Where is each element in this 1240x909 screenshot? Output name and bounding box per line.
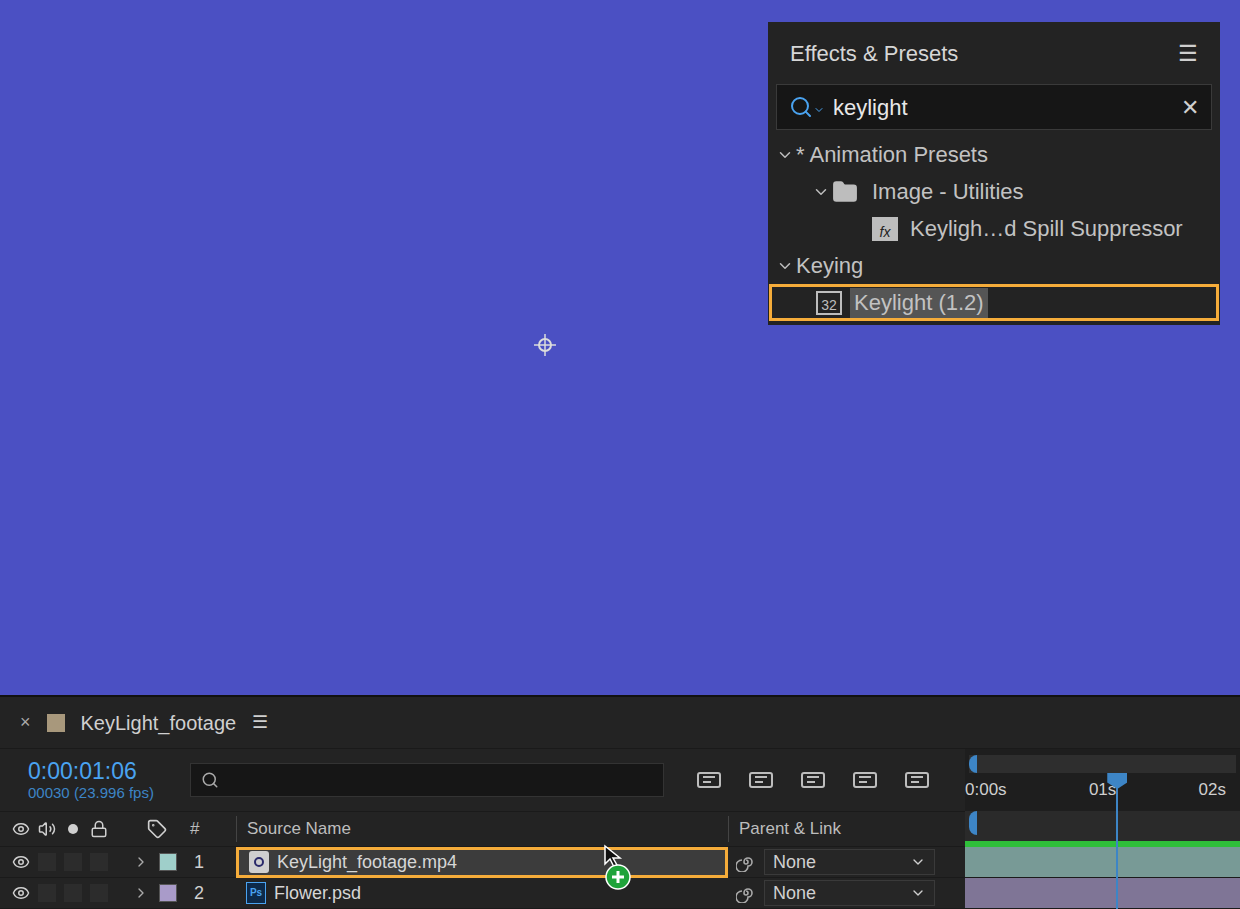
column-header: #Source NameParent & Link (0, 811, 965, 847)
timeline-tool-icon[interactable] (798, 767, 828, 793)
parent-dropdown[interactable]: None (764, 880, 935, 906)
layer-name[interactable]: PsFlower.psd (236, 878, 728, 909)
layer-row[interactable]: 1KeyLight_footage.mp4 None (0, 847, 965, 878)
tree-label: Image - Utilities (872, 177, 1024, 207)
preset-icon: fx (872, 217, 898, 241)
column-index: # (180, 816, 236, 842)
comp-name: KeyLight_footage (81, 708, 237, 738)
add-icon (605, 864, 631, 890)
layer-index: 1 (180, 849, 236, 876)
tree-row[interactable]: 32 Keylight (1.2) (769, 284, 1219, 321)
timeline-tab[interactable]: × KeyLight_footage ☰ (0, 697, 1240, 749)
solo-icon (68, 824, 78, 834)
anchor-point-icon[interactable] (532, 332, 558, 358)
bit-depth-icon: 32 (816, 291, 842, 315)
time-graph[interactable]: 0:00s01s02s (965, 749, 1240, 909)
audio-icon (38, 820, 56, 838)
dropdown-icon (910, 885, 926, 901)
label-swatch[interactable] (159, 884, 177, 902)
timeline-tool-icon[interactable] (902, 767, 932, 793)
lock-icon (90, 820, 108, 838)
timecode[interactable]: 0:00:01:06 (28, 758, 190, 784)
timeline-tool-icon[interactable] (746, 767, 776, 793)
expand-icon[interactable] (133, 854, 149, 870)
time-ruler: 0:00s01s02s (965, 777, 1240, 803)
tree-row[interactable]: fx Keyligh…d Spill Suppressor (768, 210, 1220, 247)
tree-row[interactable]: Keying (768, 247, 1220, 284)
timeline-tool-icon[interactable] (694, 767, 724, 793)
panel-menu[interactable]: ☰ (1178, 37, 1198, 70)
folder-icon (832, 179, 858, 205)
layer-search[interactable] (190, 763, 664, 797)
playhead[interactable] (1116, 773, 1118, 909)
frame-count: 00030 (23.996 fps) (28, 784, 190, 802)
column-parent: Parent & Link (728, 816, 965, 842)
ruler-tick: 0:00s (965, 777, 1007, 803)
ruler-tick: 02s (1199, 777, 1226, 803)
work-area[interactable] (965, 811, 1240, 847)
layer-name[interactable]: KeyLight_footage.mp4 (236, 847, 728, 878)
layer-row[interactable]: 2PsFlower.psd None (0, 878, 965, 909)
layer-track[interactable] (965, 878, 1240, 909)
footage-icon (249, 851, 269, 873)
layer-track[interactable] (965, 847, 1240, 878)
tree-row[interactable]: * Animation Presets (768, 136, 1220, 173)
chevron-icon[interactable] (812, 183, 830, 201)
effects-tree: * Animation Presets Image - Utilities fx Ke… (768, 136, 1220, 321)
search-icon (201, 771, 219, 789)
composition-viewer[interactable]: Effects & Presets ☰ keylight✕ * Animation P… (0, 0, 1240, 695)
expand-icon[interactable] (133, 885, 149, 901)
dropdown-icon (910, 854, 926, 870)
search-field[interactable]: keylight✕ (776, 84, 1212, 130)
drag-cursor (603, 844, 637, 888)
search-icon (789, 95, 813, 119)
tree-row[interactable]: Image - Utilities (768, 173, 1220, 210)
search-options-icon[interactable] (813, 104, 825, 116)
time-navigator[interactable] (969, 755, 1236, 773)
close-button[interactable]: × (20, 709, 31, 736)
tree-label: Keylight (1.2) (850, 288, 988, 318)
layer-index: 2 (180, 880, 236, 907)
effects-presets-panel: Effects & Presets ☰ keylight✕ * Animation P… (768, 22, 1220, 325)
column-source-name: Source Name (236, 816, 728, 842)
app: Effects & Presets ☰ keylight✕ * Animation P… (0, 0, 1240, 909)
label-icon (147, 819, 167, 839)
pick-whip-icon[interactable] (736, 883, 756, 903)
pick-whip-icon[interactable] (736, 852, 756, 872)
tab-menu[interactable]: ☰ (252, 709, 268, 736)
video-icon (12, 820, 30, 838)
visibility-icon[interactable] (12, 884, 30, 902)
photoshop-icon: Ps (246, 882, 266, 904)
tree-label: * Animation Presets (796, 140, 988, 170)
comp-swatch (47, 714, 65, 732)
visibility-icon[interactable] (12, 853, 30, 871)
parent-dropdown[interactable]: None (764, 849, 935, 875)
tree-label: Keyligh…d Spill Suppressor (910, 214, 1183, 244)
tree-label: Keying (796, 251, 863, 281)
label-swatch[interactable] (159, 853, 177, 871)
clear-button[interactable]: ✕ (1181, 91, 1199, 124)
timeline-tool-icon[interactable] (850, 767, 880, 793)
timeline-panel: × KeyLight_footage ☰ 0:00:01:0600030 (23.99… (0, 695, 1240, 909)
chevron-icon[interactable] (776, 146, 794, 164)
panel-title: Effects & Presets (790, 37, 958, 70)
chevron-icon[interactable] (776, 257, 794, 275)
